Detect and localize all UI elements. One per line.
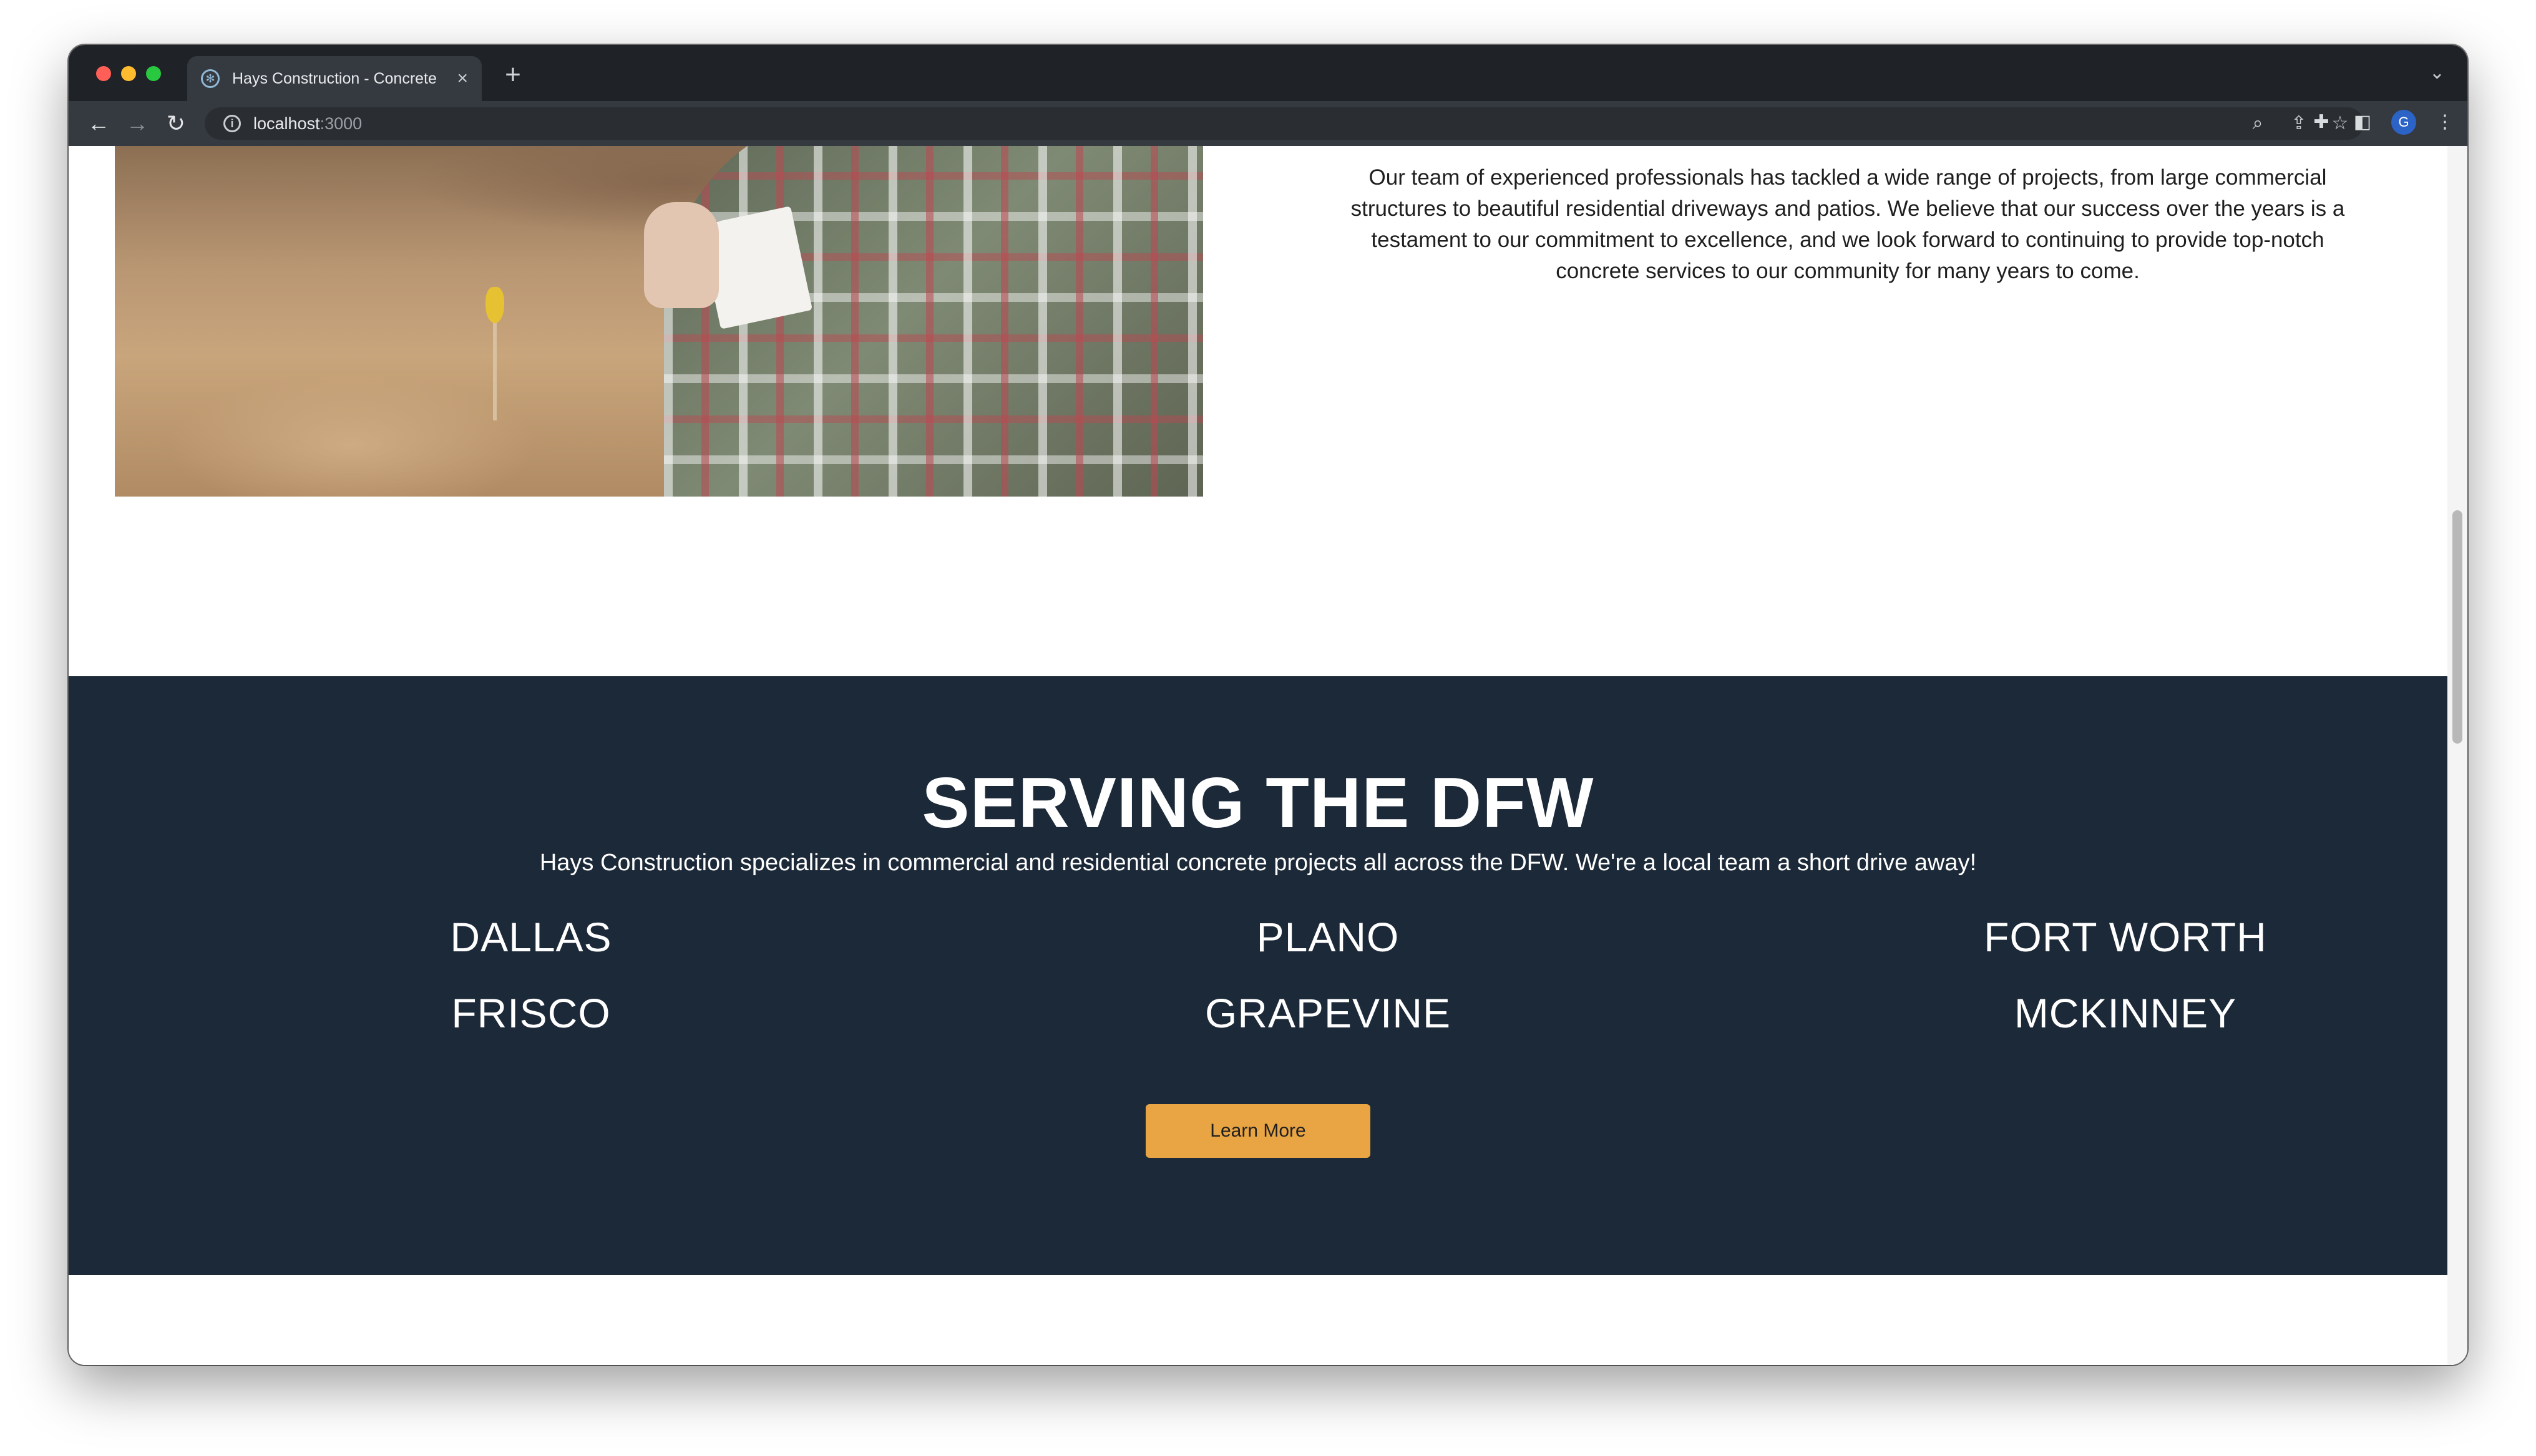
city-plano: PLANO <box>1256 914 1400 960</box>
maximize-window-button[interactable] <box>146 66 161 81</box>
city-fort-worth: FORT WORTH <box>1984 914 2267 960</box>
side-panel-icon[interactable]: ◧ <box>2350 110 2375 135</box>
more-menu-icon[interactable]: ⋮ <box>2432 110 2457 135</box>
service-area-section: SERVING THE DFW Hays Construction specia… <box>69 676 2447 1275</box>
close-window-button[interactable] <box>96 66 111 81</box>
react-favicon-icon: ✻ <box>201 69 220 88</box>
city-grapevine: GRAPEVINE <box>1204 990 1451 1036</box>
page-scrollbar[interactable] <box>2447 146 2467 1365</box>
city-frisco: FRISCO <box>451 990 611 1036</box>
toolbar-actions: ✚ ◧ G ⋮ <box>2309 110 2457 135</box>
reload-icon[interactable]: ↻ <box>162 110 190 137</box>
url-port: :3000 <box>319 114 363 133</box>
next-section-heading-clipped <box>69 1319 2447 1365</box>
extensions-puzzle-icon[interactable]: ✚ <box>2309 110 2334 135</box>
browser-window: ✻ Hays Construction - Concrete × + ⌄ ← →… <box>69 45 2467 1365</box>
zoom-icon[interactable]: ⌕ <box>2246 112 2269 135</box>
profile-avatar[interactable]: G <box>2391 110 2416 135</box>
new-tab-icon[interactable]: + <box>499 61 527 89</box>
tab-search-chevron-icon[interactable]: ⌄ <box>2429 64 2445 82</box>
browser-toolbar: ← → ↻ i localhost:3000 ⌕ ⇪ ☆ ✚ ◧ G ⋮ <box>69 101 2467 146</box>
close-tab-icon[interactable]: × <box>457 69 468 88</box>
tab-title: Hays Construction - Concrete <box>232 69 437 87</box>
tab-strip: ✻ Hays Construction - Concrete × + ⌄ <box>69 45 2467 101</box>
address-bar[interactable]: i localhost:3000 ⌕ ⇪ ☆ <box>205 107 2364 140</box>
minimize-window-button[interactable] <box>121 66 136 81</box>
city-dallas: DALLAS <box>450 914 612 960</box>
page-viewport: Our team of experienced professionals ha… <box>69 146 2467 1365</box>
url-host: localhost <box>253 114 320 133</box>
city-mckinney: MCKINNEY <box>2014 990 2237 1036</box>
scrollbar-thumb[interactable] <box>2452 510 2462 744</box>
share-icon[interactable]: ⇪ <box>2288 112 2310 135</box>
photo-flag <box>485 287 504 323</box>
about-paragraph: Our team of experienced professionals ha… <box>1350 165 2345 283</box>
screen: ✻ Hays Construction - Concrete × + ⌄ ← →… <box>0 0 2536 1456</box>
photo-flag-stick <box>493 314 497 420</box>
service-area-title: SERVING THE DFW <box>922 764 1594 843</box>
browser-tab[interactable]: ✻ Hays Construction - Concrete × <box>187 56 482 101</box>
forward-arrow-icon[interactable]: → <box>124 110 151 137</box>
learn-more-button[interactable]: Learn More <box>1146 1104 1370 1158</box>
site-info-icon[interactable]: i <box>223 115 241 132</box>
photo-hand <box>644 202 719 308</box>
url-text: localhost:3000 <box>253 114 362 133</box>
back-arrow-icon[interactable]: ← <box>85 110 112 137</box>
service-area-description: Hays Construction specializes in commerc… <box>539 850 1977 876</box>
construction-worker-photo <box>115 146 1203 497</box>
